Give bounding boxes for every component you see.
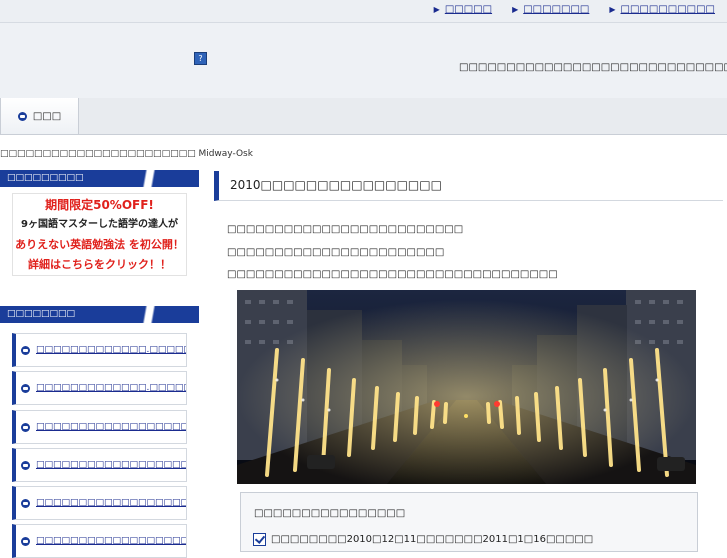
sidebar-link-item[interactable]: □□□□□□□□□□□□□.□□□□□□□ bbox=[12, 371, 187, 405]
bullet-icon bbox=[21, 498, 30, 508]
bullet-icon bbox=[21, 422, 30, 432]
top-links: ▶ □□□□□ ▶ □□□□□□□ ▶ □□□□□□□□□□ bbox=[434, 4, 715, 15]
nav-home-label: □□□ bbox=[32, 110, 62, 122]
bullet-icon bbox=[17, 111, 27, 121]
bullet-icon bbox=[21, 383, 30, 393]
event-date-text: □□□□□□□□2010□12□11□□□□□□□2011□1□16□□□□□ bbox=[271, 534, 594, 545]
top-bar: ▶ □□□□□ ▶ □□□□□□□ ▶ □□□□□□□□□□ bbox=[0, 0, 727, 23]
top-link-3[interactable]: ▶ □□□□□□□□□□ bbox=[609, 4, 715, 15]
top-link-2[interactable]: ▶ □□□□□□□ bbox=[512, 4, 589, 15]
sidebar-heading-links: □□□□□□□□ bbox=[0, 306, 199, 323]
sidebar-heading-ad: □□□□□□□□□ bbox=[0, 170, 199, 187]
nav-home-tab[interactable]: □□□ bbox=[0, 98, 79, 134]
top-link-3-text[interactable]: □□□□□□□□□□ bbox=[621, 4, 715, 15]
event-info-title: □□□□□□□□□□□□□□□□ bbox=[254, 508, 406, 519]
broken-image-icon[interactable]: ? bbox=[194, 52, 207, 65]
sidebar-link[interactable]: □□□□□□□□□□□□□.□□□□□□□ bbox=[36, 345, 186, 355]
arrow-right-icon: ▶ bbox=[609, 5, 616, 14]
main-nav: □□□ bbox=[0, 98, 727, 135]
sidebar-link-item[interactable]: □□□□□□□□□□□□□.□□□□□□□ bbox=[12, 333, 187, 367]
sidebar-link-item[interactable]: □□□□□□□□□□□□□□□□□□□□□ bbox=[12, 524, 187, 558]
illumination-photo bbox=[237, 290, 696, 484]
ad-line-3: ありえない英語勉強法 を初公開！ bbox=[15, 237, 184, 251]
entry-paragraph: □□□□□□□□□□□□□□□□□□□□□□□□□□□□□□□□□□□ bbox=[227, 269, 558, 280]
bullet-icon bbox=[21, 536, 30, 546]
top-link-2-text[interactable]: □□□□□□□ bbox=[523, 4, 589, 15]
sidebar-link[interactable]: □□□□□□□□□□□□□.□□□□□□□ bbox=[36, 383, 186, 393]
ad-line-4: 詳細はこちらをクリック！！ bbox=[28, 257, 171, 271]
bullet-icon bbox=[21, 345, 30, 355]
top-link-1-text[interactable]: □□□□□ bbox=[445, 4, 492, 15]
entry-paragraph: □□□□□□□□□□□□□□□□□□□□□□□ bbox=[227, 247, 445, 258]
arrow-right-icon: ▶ bbox=[512, 5, 519, 14]
site-header: ? □□□□□□□□□□□□□□□□□□□□□□□□□□□□□ bbox=[0, 23, 727, 99]
entry-paragraph: □□□□□□□□□□□□□□□□□□□□□□□□□ bbox=[227, 224, 464, 235]
top-link-1[interactable]: ▶ □□□□□ bbox=[434, 4, 492, 15]
sidebar-link[interactable]: □□□□□□□□□□□□□□□□□□□□ bbox=[36, 422, 186, 432]
sidebar-link[interactable]: □□□□□□□□□□□□□□□□□□□□ bbox=[36, 460, 186, 470]
event-info-box: □□□□□□□□□□□□□□□□ □□□□□□□□2010□12□11□□□□□… bbox=[240, 492, 698, 552]
sidebar-link-item[interactable]: □□□□□□□□□□□□□□□□□□□ bbox=[12, 486, 187, 520]
ad-line-1: 期間限定50%OFF! bbox=[45, 197, 154, 212]
bullet-icon bbox=[21, 460, 30, 470]
site-description: □□□□□□□□□□□□□□□□□□□□□□□□□□□□□ bbox=[459, 62, 727, 73]
checkmark-icon bbox=[253, 533, 266, 546]
ad-banner[interactable]: 期間限定50%OFF! 9ヶ国語マスターした語学の達人が ありえない英語勉強法 … bbox=[12, 193, 187, 276]
breadcrumb: □□□□□□□□□□□□□□□□□□□□□□□ Midway-Osk bbox=[0, 149, 253, 159]
event-info-row: □□□□□□□□2010□12□11□□□□□□□2011□1□16□□□□□ bbox=[253, 533, 593, 546]
entry-title: 2010□□□□□□□□□□□□□□□□ bbox=[214, 171, 723, 201]
ad-line-2: 9ヶ国語マスターした語学の達人が bbox=[21, 218, 178, 230]
illumination-photo-graphic bbox=[237, 290, 696, 484]
sidebar-link-item[interactable]: □□□□□□□□□□□□□□□□□□□□ bbox=[12, 410, 187, 444]
sidebar-link-item[interactable]: □□□□□□□□□□□□□□□□□□□□ bbox=[12, 448, 187, 482]
sidebar-link[interactable]: □□□□□□□□□□□□□□□□□□□ bbox=[36, 498, 186, 508]
arrow-right-icon: ▶ bbox=[433, 5, 440, 14]
